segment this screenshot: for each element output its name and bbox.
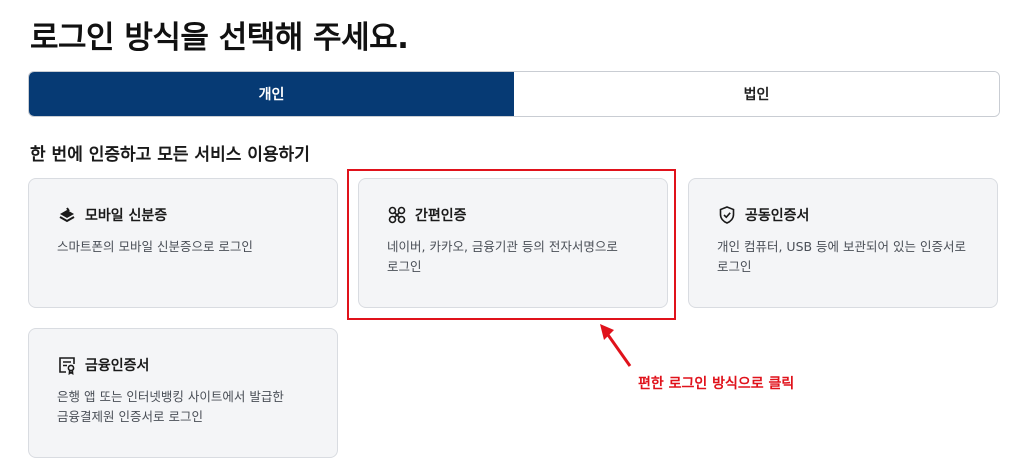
card-description: 네이버, 카카오, 금융기관 등의 전자서명으로 로그인 xyxy=(387,239,618,274)
card-financial-certificate[interactable]: 금융인증서 은행 앱 또는 인터넷뱅킹 사이트에서 발급한 금융결제원 인증서로… xyxy=(28,328,338,458)
certificate-icon xyxy=(57,355,77,375)
card-description: 스마트폰의 모바일 신분증으로 로그인 xyxy=(57,239,253,254)
shield-check-icon xyxy=(717,205,737,225)
card-mobile-id[interactable]: 모바일 신분증 스마트폰의 모바일 신분증으로 로그인 xyxy=(28,178,338,308)
card-joint-certificate[interactable]: 공동인증서 개인 컴퓨터, USB 등에 보관되어 있는 인증서로 로그인 xyxy=(688,178,998,308)
tab-corporate[interactable]: 법인 xyxy=(514,72,999,116)
login-type-tabs: 개인 법인 xyxy=(28,71,1000,117)
tab-personal[interactable]: 개인 xyxy=(29,72,514,116)
page-title: 로그인 방식을 선택해 주세요. xyxy=(30,20,409,56)
card-title: 간편인증 xyxy=(415,208,467,224)
annotation-text: 편한 로그인 방식으로 클릭 xyxy=(638,376,795,392)
section-title: 한 번에 인증하고 모든 서비스 이용하기 xyxy=(30,145,310,165)
annotation-arrow-icon xyxy=(600,324,632,367)
card-title: 공동인증서 xyxy=(745,208,810,224)
simple-auth-icon xyxy=(387,205,407,225)
card-simple-auth[interactable]: 간편인증 네이버, 카카오, 금융기관 등의 전자서명으로 로그인 xyxy=(358,178,668,308)
mobile-id-icon xyxy=(57,205,77,225)
card-description: 개인 컴퓨터, USB 등에 보관되어 있는 인증서로 로그인 xyxy=(717,239,966,274)
card-title: 금융인증서 xyxy=(85,358,150,374)
card-description: 은행 앱 또는 인터넷뱅킹 사이트에서 발급한 금융결제원 인증서로 로그인 xyxy=(57,389,284,424)
card-title: 모바일 신분증 xyxy=(85,208,168,224)
